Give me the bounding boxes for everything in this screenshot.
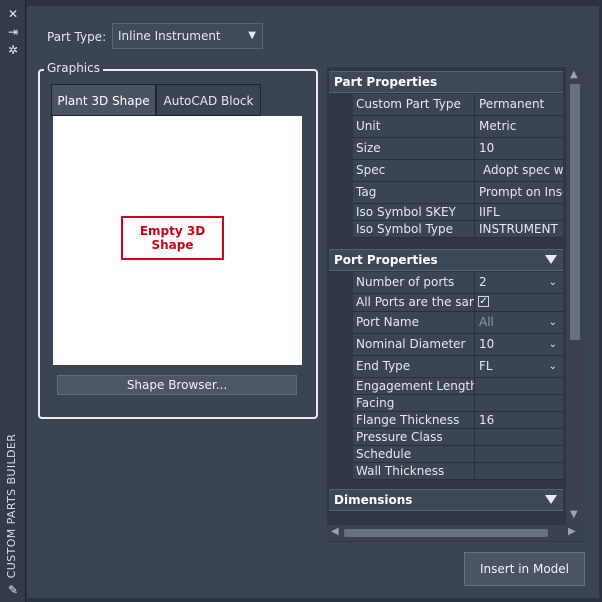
- prop-label-tag: Tag: [353, 182, 475, 204]
- port-value-number-of-ports[interactable]: 2 ⌄: [475, 272, 563, 294]
- empty-shape-placeholder: Empty 3D Shape: [121, 216, 224, 260]
- port-label-nominal-diameter: Nominal Diameter: [353, 334, 475, 356]
- prop-label-unit: Unit: [353, 116, 475, 138]
- port-properties-title: Port Properties: [334, 253, 438, 267]
- graphics-legend: Graphics: [44, 61, 103, 75]
- port-label-facing: Facing: [353, 395, 475, 412]
- tab-plant-3d-shape[interactable]: Plant 3D Shape: [51, 84, 156, 116]
- prop-value-tag[interactable]: Prompt on Inser: [475, 182, 563, 204]
- collapse-icon: [545, 495, 557, 504]
- empty-shape-text-line1: Empty 3D: [139, 224, 206, 238]
- part-type-value: Inline Instrument: [118, 29, 221, 43]
- part-properties-title: Part Properties: [334, 75, 438, 89]
- port-label-all-ports-same: All Ports are the same: [353, 294, 475, 312]
- port-value-nominal-diameter[interactable]: 10 ⌄: [475, 334, 563, 356]
- port-value-port-name[interactable]: All ⌄: [475, 312, 563, 334]
- prop-value-iso-symbol-skey[interactable]: IIFL: [475, 204, 563, 221]
- scroll-right-icon[interactable]: ▶: [568, 526, 576, 537]
- prop-value-size[interactable]: 10: [475, 138, 563, 160]
- port-value-pressure-class[interactable]: [475, 429, 563, 446]
- port-value-end-type-text: FL: [479, 359, 493, 373]
- port-value-number-of-ports-text: 2: [479, 275, 487, 289]
- port-value-wall-thickness[interactable]: [475, 463, 563, 480]
- port-label-schedule: Schedule: [353, 446, 475, 463]
- port-label-number-of-ports: Number of ports: [353, 272, 475, 294]
- port-value-all-ports-same[interactable]: ✓: [475, 294, 563, 312]
- empty-shape-text-line2: Shape: [151, 238, 194, 252]
- vertical-scroll-thumb[interactable]: [570, 84, 580, 340]
- chevron-down-icon: ⌄: [548, 361, 557, 372]
- prop-label-size: Size: [353, 138, 475, 160]
- scroll-left-icon[interactable]: ◀: [331, 526, 339, 537]
- port-value-end-type[interactable]: FL ⌄: [475, 356, 563, 378]
- auto-hide-icon[interactable]: ⇥: [4, 24, 22, 40]
- port-value-flange-thickness[interactable]: 16: [475, 412, 563, 429]
- port-label-flange-thickness: Flange Thickness: [353, 412, 475, 429]
- prop-label-custom-part-type: Custom Part Type: [353, 94, 475, 116]
- chevron-down-icon: ▼: [248, 30, 256, 41]
- insert-in-model-button[interactable]: Insert in Model: [464, 552, 585, 586]
- part-properties-header[interactable]: Part Properties: [329, 71, 563, 93]
- prop-label-iso-symbol-skey: Iso Symbol SKEY: [353, 204, 475, 221]
- horizontal-scroll-thumb[interactable]: [344, 529, 548, 537]
- scroll-up-icon[interactable]: ▲: [570, 69, 578, 80]
- scroll-down-icon[interactable]: ▼: [570, 509, 578, 520]
- properties-icon[interactable]: ✲: [4, 42, 22, 58]
- all-ports-same-checkbox[interactable]: ✓: [478, 296, 489, 307]
- chevron-down-icon: ⌄: [548, 317, 557, 328]
- chevron-down-icon: ⌄: [548, 277, 557, 288]
- dimensions-header[interactable]: Dimensions: [329, 489, 563, 511]
- prop-value-unit[interactable]: Metric: [475, 116, 563, 138]
- port-value-facing[interactable]: [475, 395, 563, 412]
- port-value-engagement-length[interactable]: [475, 378, 563, 395]
- collapse-icon: [545, 255, 557, 264]
- tab-autocad-block[interactable]: AutoCAD Block: [156, 84, 261, 116]
- port-label-engagement-length: Engagement Length: [353, 378, 475, 395]
- port-label-end-type: End Type: [353, 356, 475, 378]
- prop-value-iso-symbol-type[interactable]: INSTRUMENT: [475, 221, 563, 238]
- prop-value-custom-part-type[interactable]: Permanent: [475, 94, 563, 116]
- shape-browser-button[interactable]: Shape Browser...: [57, 375, 297, 395]
- port-properties-header[interactable]: Port Properties: [329, 249, 563, 271]
- port-value-schedule[interactable]: [475, 446, 563, 463]
- prop-label-spec: Spec: [353, 160, 475, 182]
- palette-strip: ✕ ⇥ ✲ CUSTOM PARTS BUILDER ✎: [0, 0, 26, 602]
- palette-title: CUSTOM PARTS BUILDER: [5, 433, 18, 579]
- prop-label-iso-symbol-type: Iso Symbol Type: [353, 221, 475, 238]
- close-icon[interactable]: ✕: [4, 6, 22, 22]
- part-type-label: Part Type:: [47, 30, 107, 44]
- part-type-dropdown[interactable]: Inline Instrument ▼: [112, 23, 263, 49]
- chevron-down-icon: ⌄: [548, 339, 557, 350]
- prop-value-spec[interactable]: Adopt spec whe: [475, 160, 563, 182]
- port-label-pressure-class: Pressure Class: [353, 429, 475, 446]
- edit-icon[interactable]: ✎: [4, 582, 22, 598]
- dimensions-title: Dimensions: [334, 493, 413, 507]
- port-label-port-name: Port Name: [353, 312, 475, 334]
- port-value-port-name-text: All: [479, 315, 494, 329]
- port-value-nominal-diameter-text: 10: [479, 337, 495, 351]
- port-label-wall-thickness: Wall Thickness: [353, 463, 475, 480]
